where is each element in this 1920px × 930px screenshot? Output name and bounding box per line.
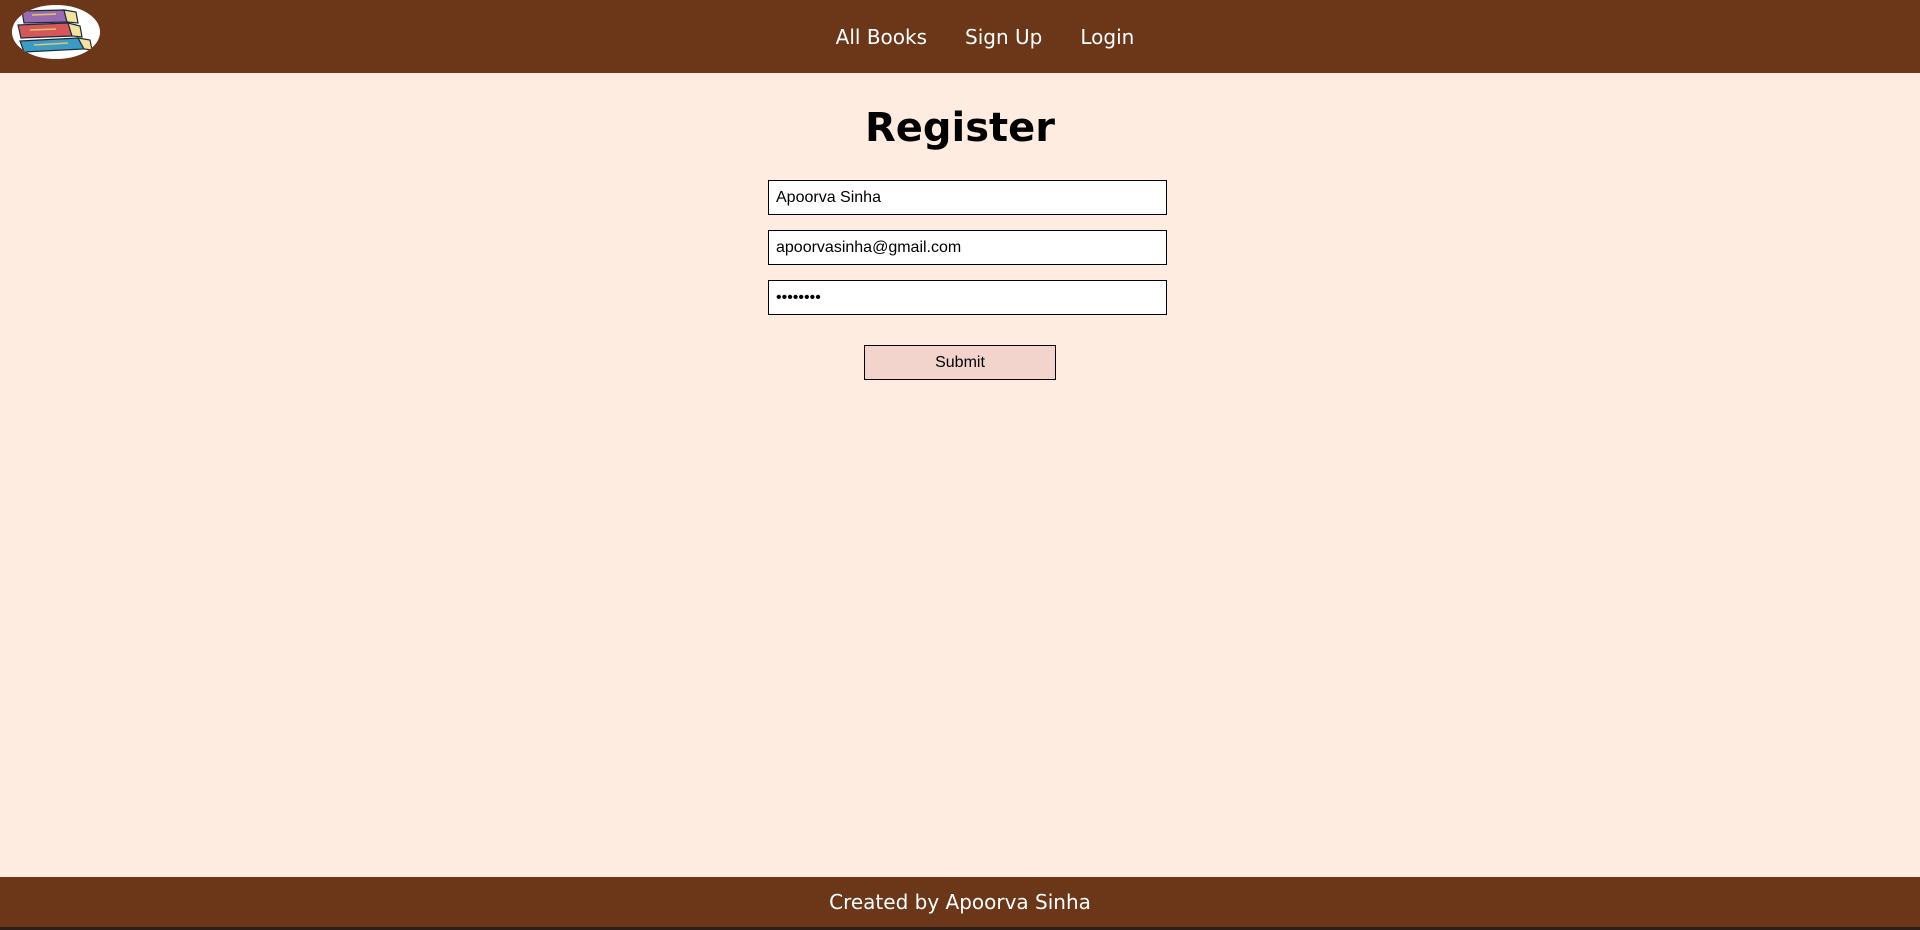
nav-link-sign-up[interactable]: Sign Up bbox=[965, 25, 1042, 49]
footer-credit: Created by Apoorva Sinha bbox=[829, 890, 1091, 914]
nav-links: All Books Sign Up Login bbox=[0, 0, 1920, 73]
nav-link-login[interactable]: Login bbox=[1080, 25, 1134, 49]
password-field[interactable] bbox=[768, 280, 1167, 315]
page: All Books Sign Up Login Register Submit … bbox=[0, 0, 1920, 930]
email-field[interactable] bbox=[768, 230, 1167, 265]
footer: Created by Apoorva Sinha bbox=[0, 877, 1920, 927]
name-field[interactable] bbox=[768, 180, 1167, 215]
submit-button[interactable]: Submit bbox=[864, 345, 1056, 380]
nav-link-all-books[interactable]: All Books bbox=[836, 25, 927, 49]
page-title: Register bbox=[864, 105, 1056, 151]
navbar: All Books Sign Up Login bbox=[0, 0, 1920, 73]
